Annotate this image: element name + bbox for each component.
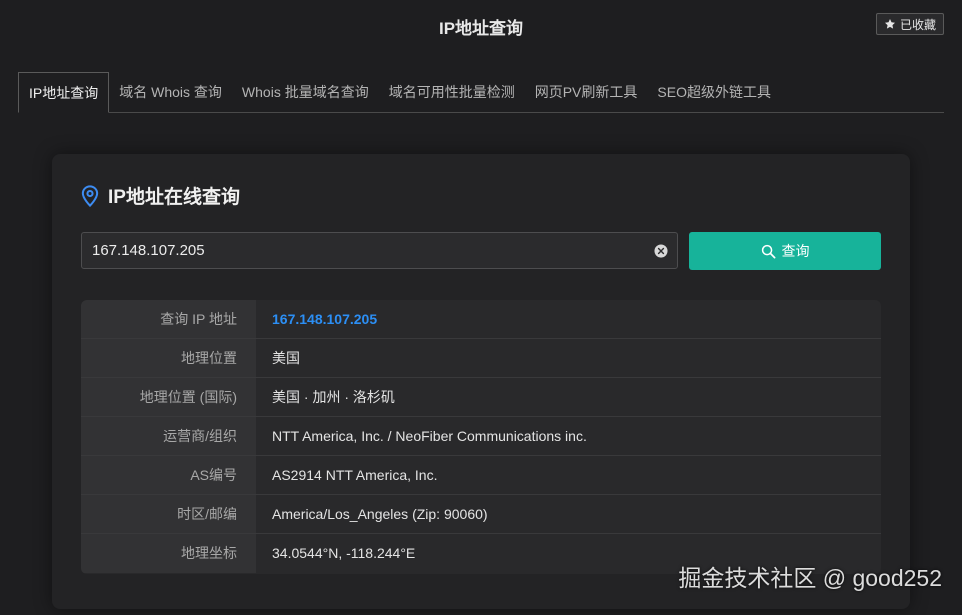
query-button-label: 查询 [781, 243, 810, 259]
search-box [81, 232, 678, 269]
row-label: 查询 IP 地址 [81, 300, 256, 338]
query-button[interactable]: 查询 [689, 232, 881, 270]
row-label: 地理坐标 [81, 534, 256, 573]
tab-ip-query[interactable]: IP地址查询 [18, 72, 110, 113]
card-title: IP地址在线查询 [108, 187, 240, 208]
tab-domain-availability[interactable]: 域名可用性批量检测 [379, 72, 525, 112]
table-row: 时区/邮编 America/Los_Angeles (Zip: 90060) [81, 495, 881, 534]
location-pin-icon [81, 184, 99, 207]
page: IP地址查询 已收藏 IP地址查询 域名 Whois 查询 Whois 批量域名… [0, 0, 962, 615]
tab-seo-links[interactable]: SEO超级外链工具 [647, 72, 781, 112]
row-value: AS2914 NTT America, Inc. [272, 467, 438, 483]
row-value: NTT America, Inc. / NeoFiber Communicati… [272, 428, 587, 444]
ip-search-input[interactable] [82, 242, 654, 259]
table-row: AS编号 AS2914 NTT America, Inc. [81, 456, 881, 495]
table-row: 运营商/组织 NTT America, Inc. / NeoFiber Comm… [81, 417, 881, 456]
favorite-button[interactable]: 已收藏 [875, 13, 944, 35]
watermark: 掘金技术社区 @ good252 [678, 565, 942, 591]
table-row: 查询 IP 地址 167.148.107.205 [81, 300, 881, 339]
table-row: 地理位置 美国 [81, 339, 881, 378]
row-label: 运营商/组织 [81, 417, 256, 455]
tab-whois-batch[interactable]: Whois 批量域名查询 [232, 72, 379, 112]
card-header: IP地址在线查询 [80, 182, 240, 209]
star-icon [884, 19, 895, 29]
tab-whois-query[interactable]: 域名 Whois 查询 [109, 72, 232, 112]
row-value: 美国 [272, 350, 300, 366]
row-value: America/Los_Angeles (Zip: 90060) [272, 506, 488, 522]
tool-tabs: IP地址查询 域名 Whois 查询 Whois 批量域名查询 域名可用性批量检… [18, 72, 944, 113]
search-icon [761, 244, 775, 258]
row-value-ip[interactable]: 167.148.107.205 [256, 300, 881, 338]
clear-icon[interactable] [654, 243, 668, 258]
row-value: 美国 · 加州 · 洛杉矶 [272, 389, 395, 405]
row-label: 地理位置 [81, 339, 256, 377]
ip-query-card: IP地址在线查询 查询 查询 IP 地址 167.148.107.205 地理位… [52, 154, 910, 609]
result-table: 查询 IP 地址 167.148.107.205 地理位置 美国 地理位置 (国… [81, 300, 881, 574]
row-label: AS编号 [81, 456, 256, 494]
page-title: IP地址查询 [438, 19, 524, 38]
tab-pv-refresh[interactable]: 网页PV刷新工具 [525, 72, 648, 112]
row-label: 时区/邮编 [81, 495, 256, 533]
table-row: 地理位置 (国际) 美国 · 加州 · 洛杉矶 [81, 378, 881, 417]
row-label: 地理位置 (国际) [81, 378, 256, 416]
favorite-label: 已收藏 [899, 17, 936, 32]
